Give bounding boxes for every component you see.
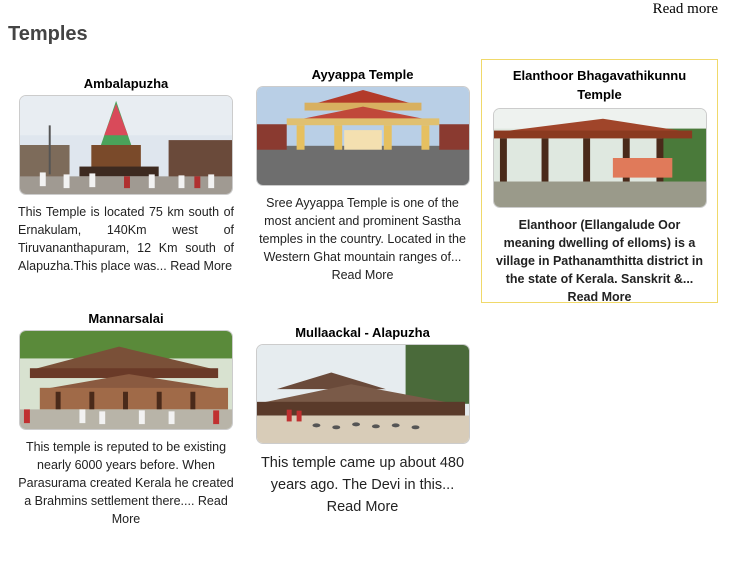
temple-image[interactable] — [255, 86, 470, 186]
card-description: This Temple is located 75 km south of Er… — [18, 205, 234, 273]
card-description: Sree Ayyappa Temple is one of the most a… — [259, 196, 466, 282]
read-more-link[interactable]: Read More — [332, 268, 394, 282]
top-read-more-link[interactable]: Read more — [653, 1, 718, 18]
card-title: Mannarsalai — [88, 311, 164, 326]
read-more-link[interactable]: Read More — [327, 499, 399, 515]
page-title: Temples — [8, 23, 88, 45]
temple-image[interactable] — [19, 95, 233, 195]
card-title: Elanthoor Bhagavathikunnu Temple — [512, 68, 687, 102]
card-title: Mullaackal - Alapuzha — [295, 325, 430, 340]
temple-card-mullaackal: Mullaackal - Alapuzha This temple came u… — [255, 323, 470, 518]
temple-card-ayyappa: Ayyappa Temple Sree Ayyappa Temple is on… — [255, 65, 470, 284]
temple-card-ambalapuzha: Ambalapuzha This Temple is located 75 km… — [18, 74, 234, 275]
card-description: This temple is reputed to be existing ne… — [18, 440, 234, 526]
temple-image[interactable] — [255, 344, 470, 444]
temple-image[interactable] — [19, 330, 233, 430]
card-description: This temple came up about 480 years ago.… — [260, 455, 465, 515]
card-description: Elanthoor (Ellangalude Oor meaning dwell… — [496, 218, 703, 304]
card-title: Ambalapuzha — [83, 76, 169, 91]
read-more-link[interactable]: Read More — [170, 259, 232, 273]
temple-image[interactable] — [493, 108, 707, 208]
card-title: Ayyappa Temple — [311, 67, 414, 82]
temple-card-elanthoor: Elanthoor Bhagavathikunnu Temple Elantho… — [481, 59, 718, 304]
temple-card-mannarsalai: Mannarsalai This temple is reputed to be… — [18, 309, 234, 528]
read-more-link[interactable]: Read More — [568, 290, 632, 304]
